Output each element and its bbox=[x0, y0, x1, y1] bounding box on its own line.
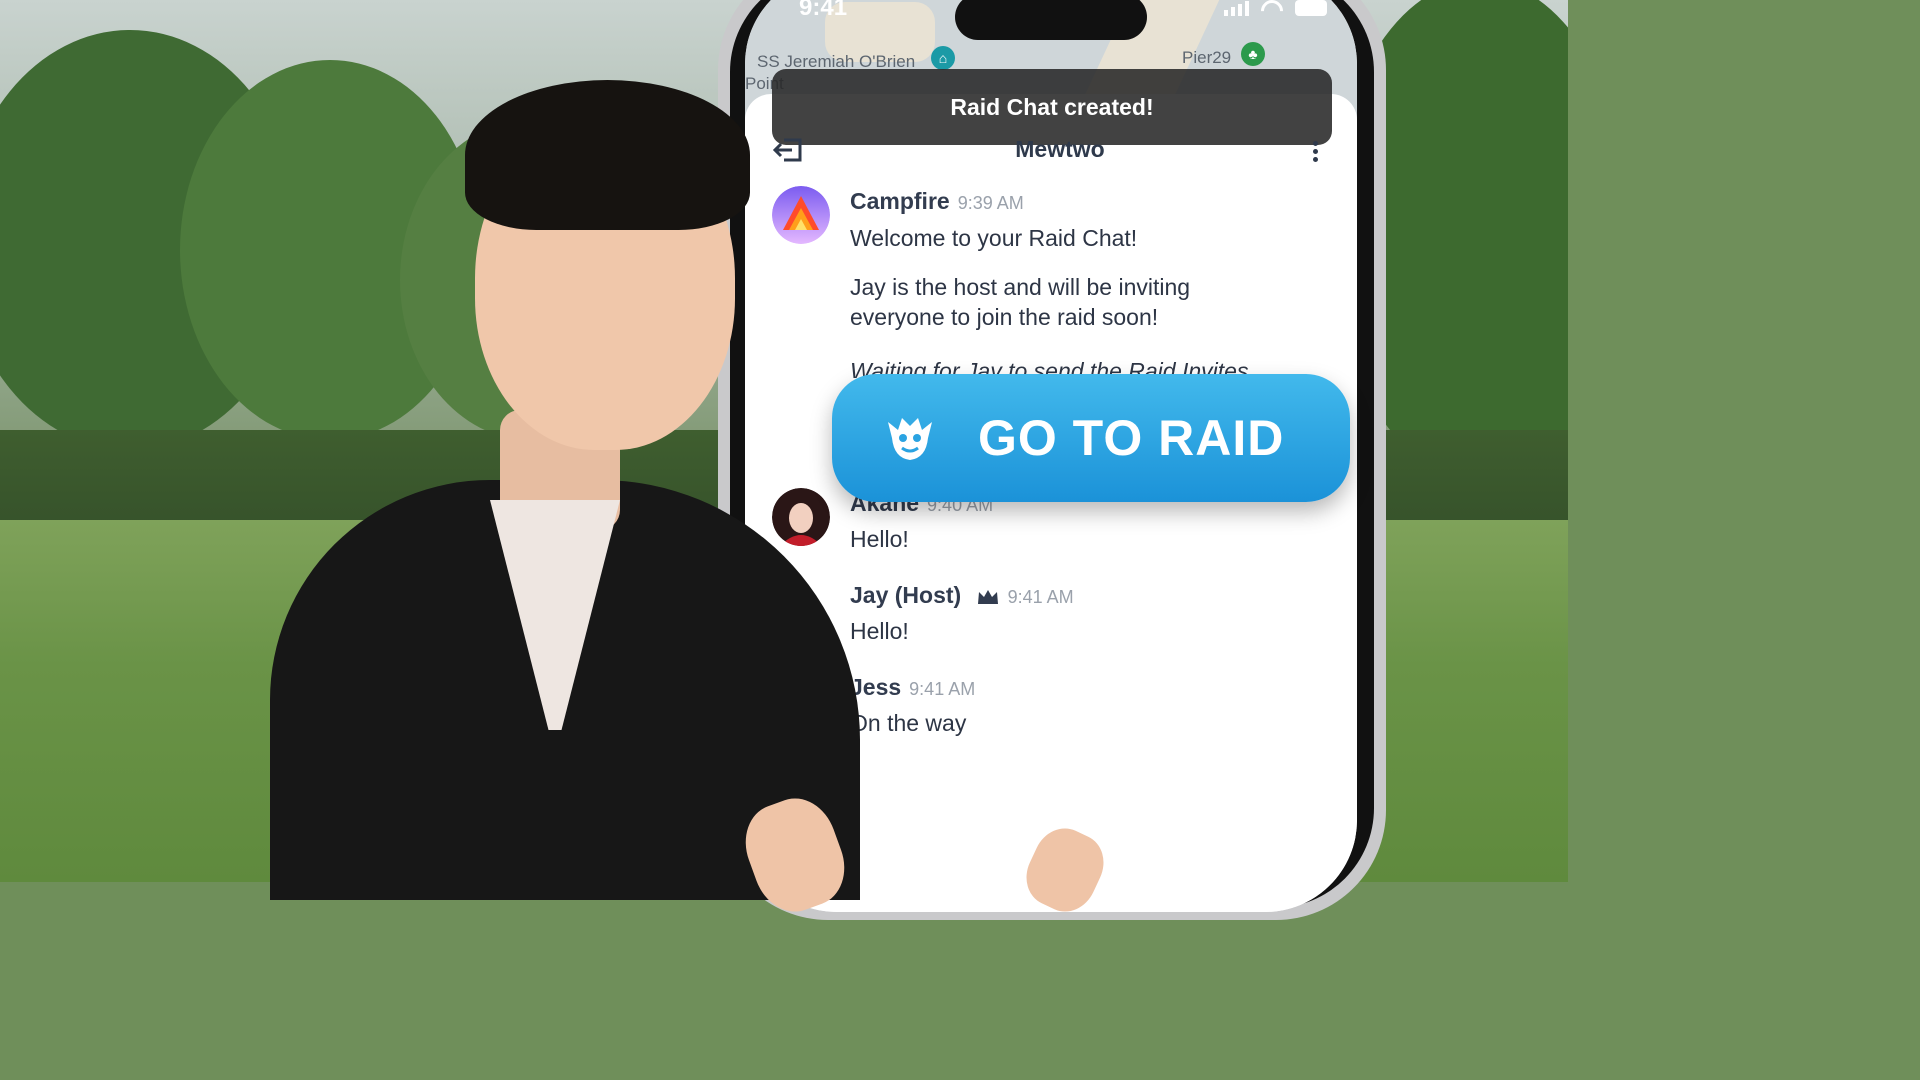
message-text: Welcome to your Raid Chat! bbox=[850, 225, 1138, 251]
status-icons bbox=[1224, 0, 1327, 16]
author-name: Campfire bbox=[850, 188, 950, 214]
park-pin-icon[interactable]: ♣ bbox=[1241, 42, 1265, 66]
battery-icon bbox=[1295, 0, 1327, 16]
message-text: On the way bbox=[850, 710, 967, 736]
status-time: 9:41 bbox=[799, 0, 848, 21]
map-label-pier: Pier29 bbox=[1182, 48, 1232, 67]
message-author: Campfire 9:39 AM bbox=[850, 188, 1024, 215]
museum-pin-icon[interactable]: ⌂ bbox=[931, 46, 955, 70]
hair bbox=[465, 80, 750, 230]
message-time: 9:39 AM bbox=[957, 193, 1024, 213]
signal-icon bbox=[1224, 0, 1249, 16]
message-time: 9:41 AM bbox=[1007, 587, 1074, 607]
dynamic-island bbox=[955, 0, 1147, 40]
message-time: 9:41 AM bbox=[909, 679, 976, 699]
presenter bbox=[260, 60, 860, 923]
message-author: Jay (Host) 9:41 AM bbox=[850, 582, 1074, 609]
author-name: Jay (Host) bbox=[850, 582, 962, 608]
message-text: Jay is the host and will be inviting eve… bbox=[850, 274, 1191, 330]
go-to-raid-button[interactable]: GO TO RAID bbox=[832, 374, 1350, 502]
go-to-raid-label: GO TO RAID bbox=[978, 410, 1285, 466]
chat-title: Mewtwo bbox=[1015, 136, 1105, 162]
more-icon[interactable] bbox=[1307, 138, 1323, 166]
message-author: Jess 9:41 AM bbox=[850, 674, 975, 701]
crown-icon bbox=[977, 589, 998, 604]
raid-monster-icon bbox=[888, 418, 932, 460]
wifi-icon bbox=[1261, 0, 1283, 16]
